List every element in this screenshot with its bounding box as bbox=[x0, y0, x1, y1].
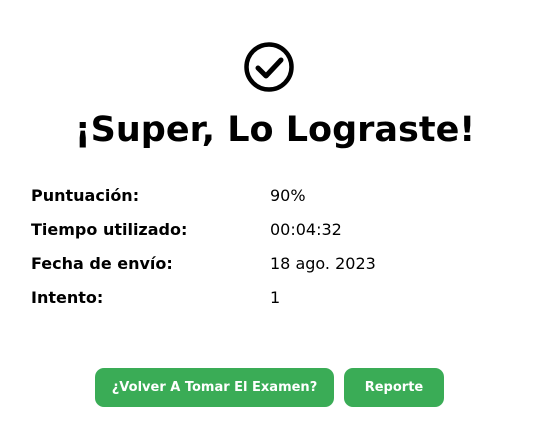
detail-row-score: Puntuación: 90% bbox=[31, 178, 511, 212]
detail-row-attempt: Intento: 1 bbox=[31, 280, 511, 314]
attempt-value: 1 bbox=[270, 287, 281, 307]
result-details: Puntuación: 90% Tiempo utilizado: 00:04:… bbox=[31, 178, 511, 314]
score-value: 90% bbox=[270, 185, 306, 205]
time-used-value: 00:04:32 bbox=[270, 219, 342, 239]
submission-date-label: Fecha de envío: bbox=[31, 253, 173, 273]
detail-row-date: Fecha de envío: 18 ago. 2023 bbox=[31, 246, 511, 280]
submission-date-value: 18 ago. 2023 bbox=[270, 253, 376, 273]
check-circle-icon bbox=[244, 42, 294, 92]
result-title: ¡Super, Lo Lograste! bbox=[74, 110, 476, 150]
attempt-label: Intento: bbox=[31, 287, 104, 307]
time-used-label: Tiempo utilizado: bbox=[31, 219, 188, 239]
score-label: Puntuación: bbox=[31, 185, 140, 205]
report-button[interactable]: Reporte bbox=[344, 368, 444, 407]
detail-row-time: Tiempo utilizado: 00:04:32 bbox=[31, 212, 511, 246]
retake-exam-button[interactable]: ¿Volver A Tomar El Examen? bbox=[95, 368, 334, 407]
